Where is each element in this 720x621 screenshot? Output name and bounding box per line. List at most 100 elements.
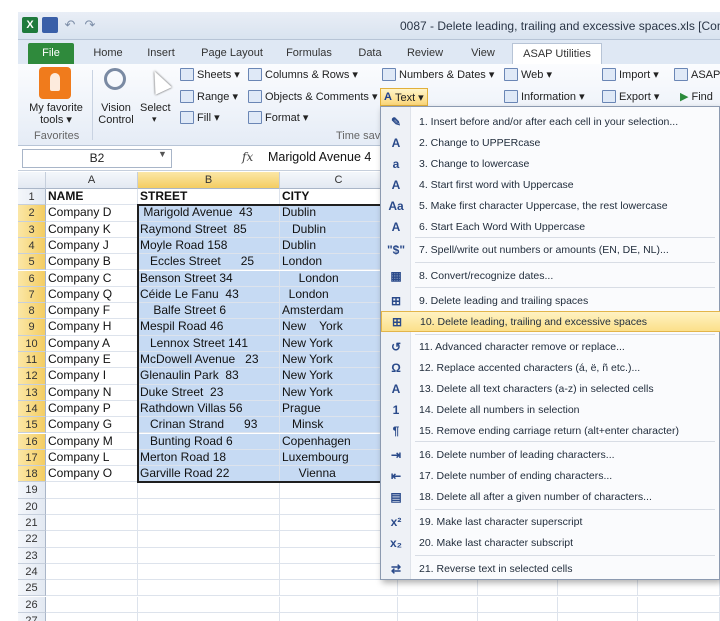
name-box[interactable]: B2 (22, 149, 172, 168)
row-header[interactable]: 2 (18, 205, 46, 222)
cell-b[interactable]: Céide Le Fanu 43 (138, 286, 280, 304)
row-header[interactable]: 14 (18, 400, 46, 418)
cell-empty[interactable] (398, 580, 478, 597)
cell-a[interactable]: Company J (46, 237, 138, 255)
cell-b[interactable]: STREET (138, 189, 280, 206)
redo-icon[interactable]: ↷ (82, 17, 98, 33)
export-button[interactable]: Export ▾ (602, 90, 659, 103)
cell-b[interactable]: Raymond Street 85 (138, 221, 280, 238)
cell-a[interactable]: Company Q (46, 286, 138, 304)
formula-input[interactable]: Marigold Avenue 4 (268, 150, 371, 164)
tab-home[interactable]: Home (88, 43, 128, 64)
cell-a[interactable] (46, 580, 138, 597)
cell-b[interactable] (138, 515, 280, 532)
cell-b[interactable]: Benson Street 34 (138, 270, 280, 287)
sheets-button[interactable]: Sheets ▾ (180, 68, 240, 81)
vision-control-button[interactable]: Vision Control (96, 102, 136, 126)
cell-b[interactable]: Rathdown Villas 56 (138, 400, 280, 418)
cell-a[interactable]: Company A (46, 335, 138, 352)
cell-a[interactable] (46, 612, 138, 621)
cell-b[interactable] (138, 482, 280, 499)
cell-b[interactable] (138, 580, 280, 597)
menu-item-9[interactable]: ⊞ 9. Delete leading and trailing spaces (381, 290, 720, 311)
menu-item-2[interactable]: A 2. Change to UPPERcase (381, 132, 720, 153)
cell-b[interactable] (138, 596, 280, 613)
tab-review[interactable]: Review (402, 43, 448, 64)
tab-view[interactable]: View (464, 43, 502, 64)
row-header[interactable]: 10 (18, 335, 46, 352)
cell-a[interactable] (46, 563, 138, 581)
menu-item-4[interactable]: A 4. Start first word with Uppercase (381, 174, 720, 195)
row-header[interactable]: 3 (18, 221, 46, 238)
row-header[interactable]: 19 (18, 482, 46, 499)
row-header[interactable]: 12 (18, 368, 46, 385)
cell-empty[interactable] (638, 596, 720, 613)
cell-b[interactable]: Crinan Strand 93 (138, 417, 280, 434)
cell-b[interactable]: Glenaulin Park 83 (138, 368, 280, 385)
tab-file[interactable]: File (28, 43, 74, 64)
information-button[interactable]: Information ▾ (504, 90, 585, 103)
row-header[interactable]: 22 (18, 531, 46, 548)
row-header[interactable]: 11 (18, 352, 46, 369)
favorite-tools-icon[interactable] (39, 67, 71, 99)
range-button[interactable]: Range ▾ (180, 90, 238, 103)
cell-a[interactable] (46, 547, 138, 564)
row-header[interactable]: 4 (18, 237, 46, 255)
cell-b[interactable] (138, 612, 280, 621)
tab-asap-utilities[interactable]: ASAP Utilities (512, 43, 602, 64)
row-header[interactable]: 16 (18, 433, 46, 450)
cell-a[interactable]: Company M (46, 433, 138, 450)
cell-a[interactable] (46, 498, 138, 515)
cell-a[interactable]: Company G (46, 417, 138, 434)
cell-b[interactable]: Marigold Avenue 43 (138, 205, 280, 222)
menu-item-6[interactable]: A 6. Start Each Word With Uppercase (381, 216, 720, 237)
vision-control-icon[interactable] (104, 68, 126, 90)
row-header[interactable]: 8 (18, 303, 46, 320)
row-header[interactable]: 9 (18, 319, 46, 336)
menu-item-15[interactable]: ¶ 15. Remove ending carriage return (alt+… (381, 420, 720, 441)
text-button[interactable]: A Text ▾ (380, 88, 428, 106)
cell-a[interactable]: Company B (46, 254, 138, 271)
save-icon[interactable] (42, 17, 58, 33)
cell-a[interactable] (46, 482, 138, 499)
menu-item-8[interactable]: ▦ 8. Convert/recognize dates... (381, 265, 720, 286)
web-button[interactable]: Web ▾ (504, 68, 552, 81)
menu-item-11[interactable]: ↺ 11. Advanced character remove or replac… (381, 336, 720, 357)
tab-data[interactable]: Data (352, 43, 388, 64)
name-box-dropdown-icon[interactable]: ▼ (158, 149, 167, 159)
menu-item-7[interactable]: "$" 7. Spell/write out numbers or amounts… (381, 239, 720, 260)
cell-a[interactable]: Company N (46, 384, 138, 401)
menu-item-21[interactable]: ⇄ 21. Reverse text in selected cells (381, 558, 720, 579)
cell-empty[interactable] (478, 612, 558, 621)
cell-b[interactable] (138, 498, 280, 515)
menu-item-19[interactable]: x² 19. Make last character superscript (381, 511, 720, 532)
cell-a[interactable]: Company E (46, 352, 138, 369)
cell-a[interactable]: Company P (46, 400, 138, 418)
row-header[interactable]: 15 (18, 417, 46, 434)
row-header[interactable]: 27 (18, 612, 46, 621)
favorite-tools-button[interactable]: My favorite tools ▾ (26, 102, 86, 126)
select-all-corner[interactable] (18, 172, 46, 189)
excel-app-icon[interactable]: X (22, 17, 38, 33)
column-header-a[interactable]: A (46, 172, 138, 189)
cell-b[interactable]: Eccles Street 25 (138, 254, 280, 271)
select-button[interactable]: Select (140, 102, 171, 114)
cell-empty[interactable] (638, 612, 720, 621)
cell-a[interactable]: Company H (46, 319, 138, 336)
select-cursor-icon[interactable] (146, 67, 172, 95)
cell-empty[interactable] (398, 596, 478, 613)
cell-c[interactable] (280, 596, 398, 613)
tab-page-layout[interactable]: Page Layout (196, 43, 268, 64)
row-header[interactable]: 5 (18, 254, 46, 271)
cell-a[interactable]: Company D (46, 205, 138, 222)
menu-item-1[interactable]: ✎ 1. Insert before and/or after each cell… (381, 111, 720, 132)
import-button[interactable]: Import ▾ (602, 68, 659, 81)
row-header[interactable]: 21 (18, 515, 46, 532)
cell-a[interactable] (46, 531, 138, 548)
cell-a[interactable]: Company C (46, 270, 138, 287)
cell-b[interactable]: Bunting Road 6 (138, 433, 280, 450)
columns-rows-button[interactable]: Columns & Rows ▾ (248, 68, 358, 81)
cell-a[interactable]: Company K (46, 221, 138, 238)
menu-item-17[interactable]: ⇤ 17. Delete number of ending characters.… (381, 465, 720, 486)
row-header[interactable]: 18 (18, 466, 46, 483)
